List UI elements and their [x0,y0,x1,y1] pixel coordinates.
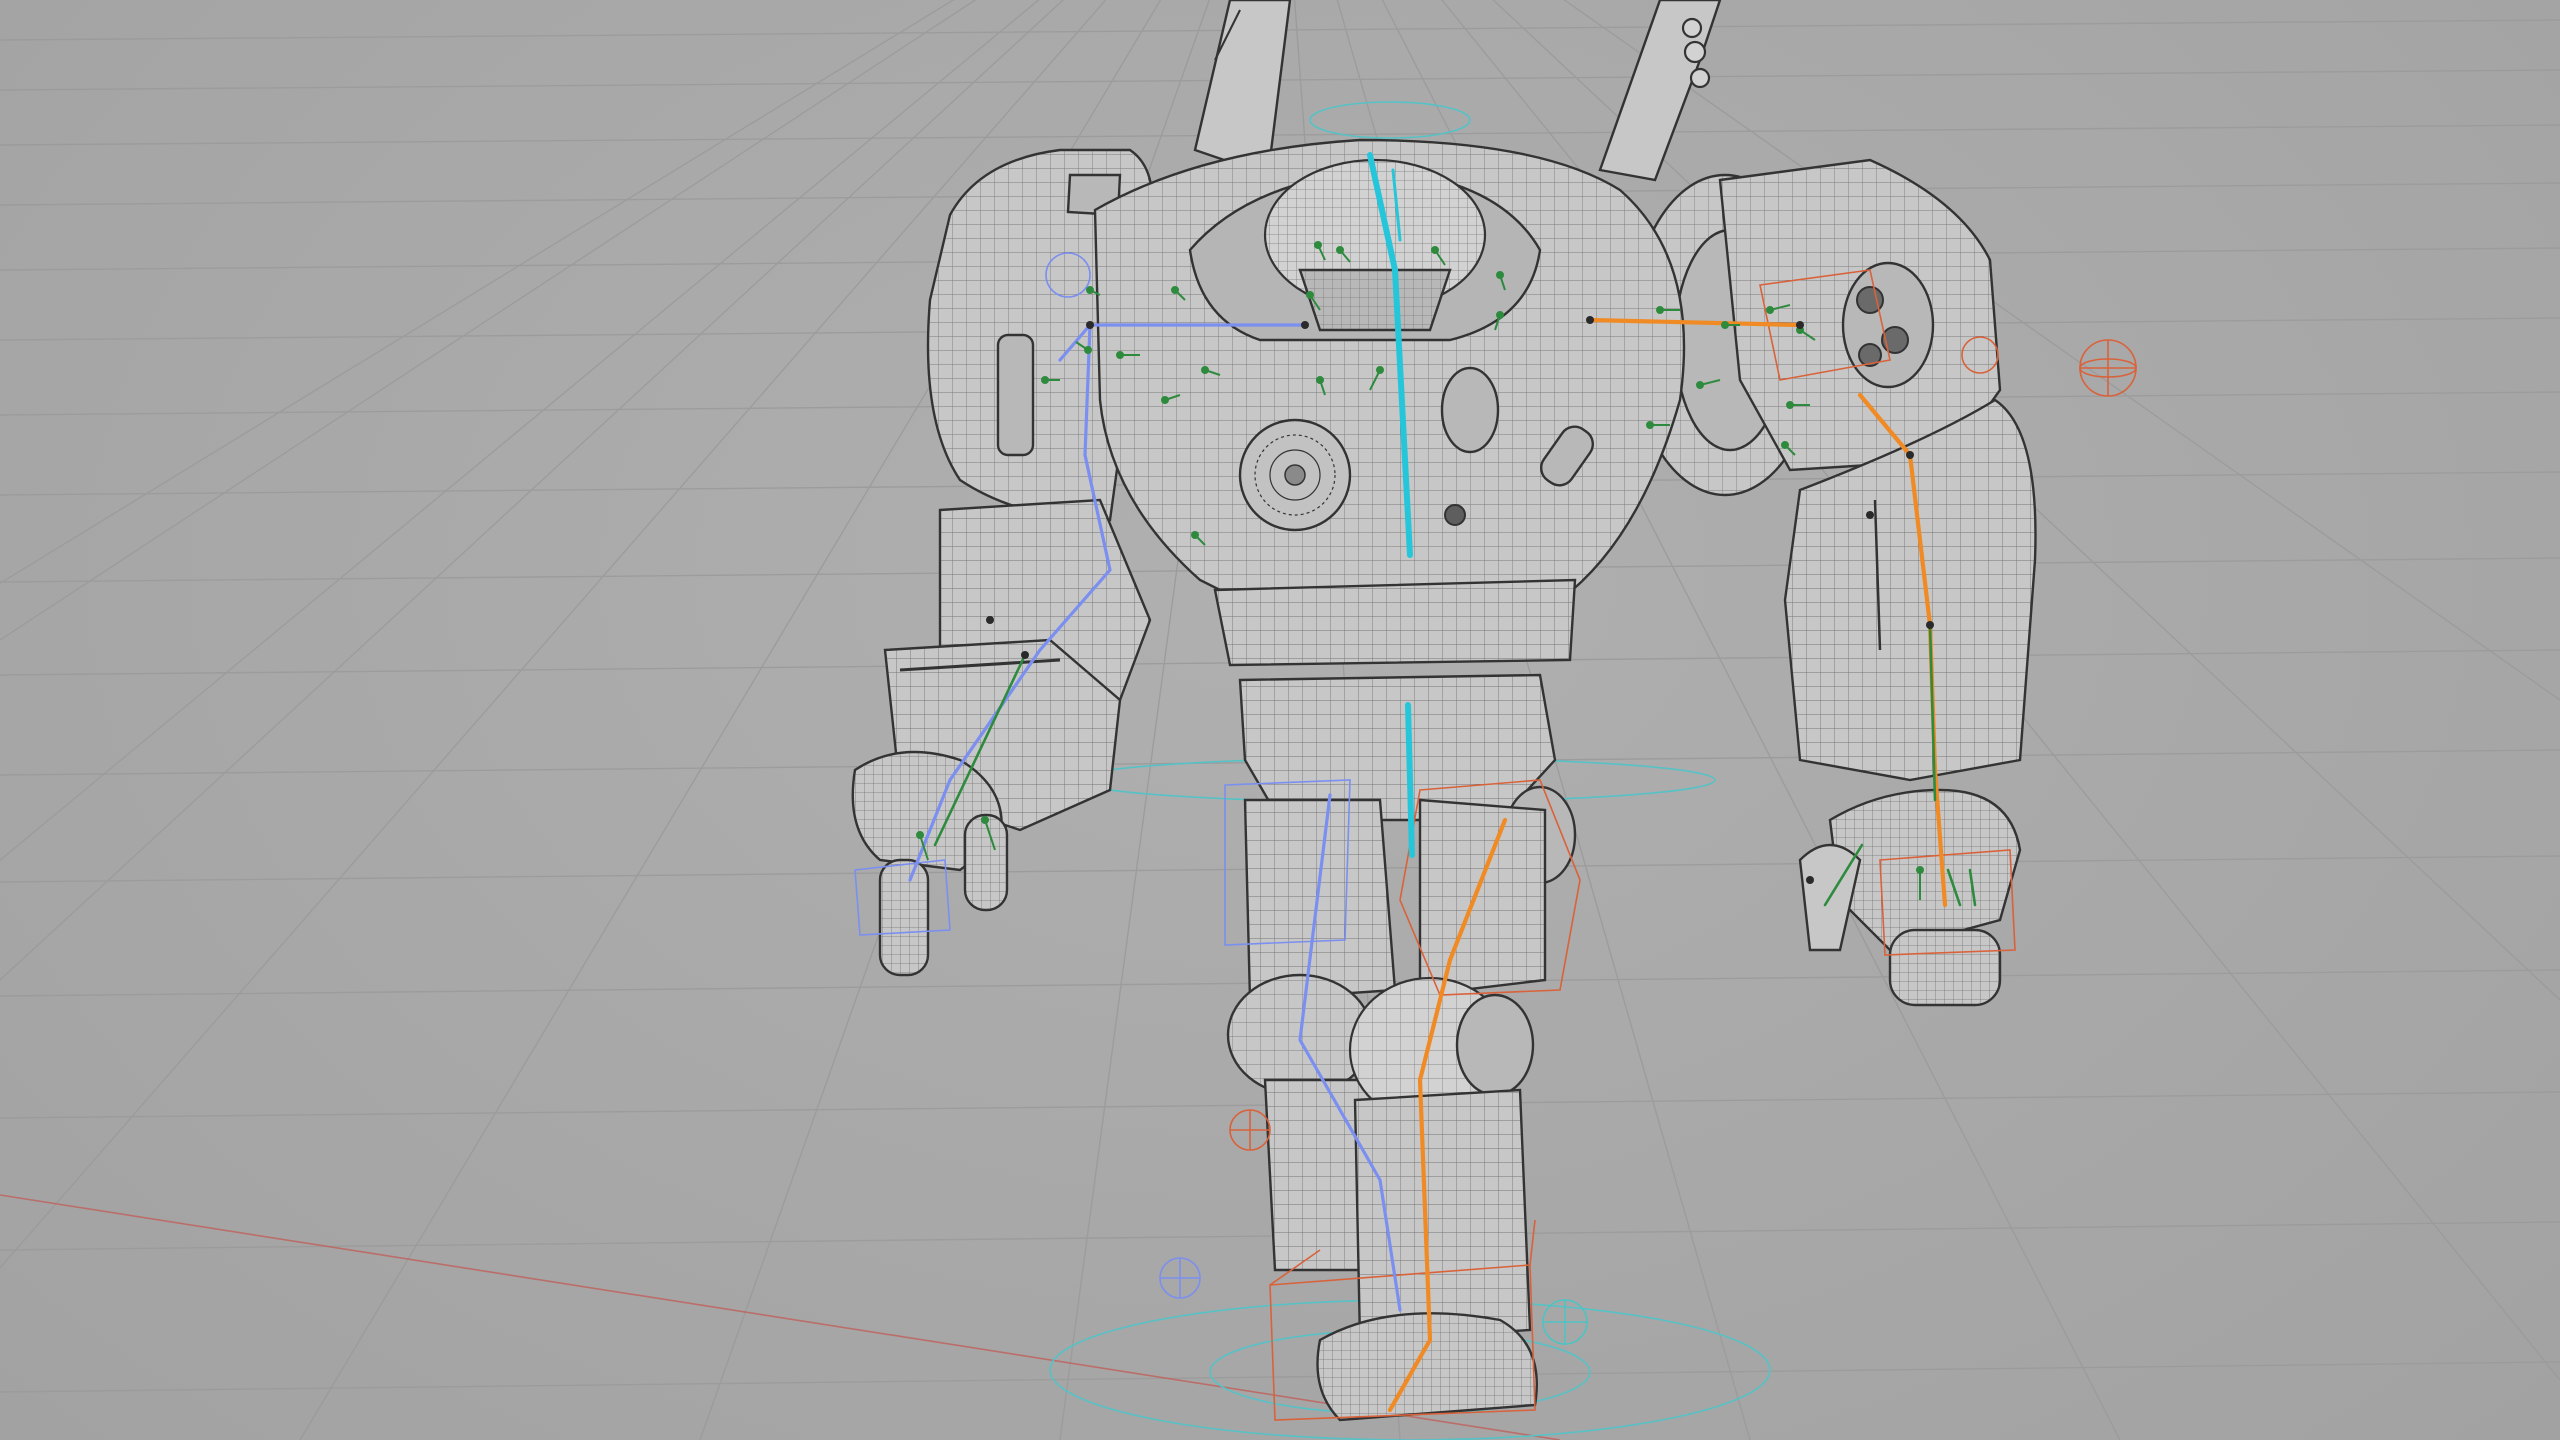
chest-vent [1238,418,1352,532]
torso [1093,138,1686,667]
foot [1316,1312,1539,1422]
3d-viewport[interactable] [0,0,2560,1440]
hand-right [1798,788,2022,1007]
